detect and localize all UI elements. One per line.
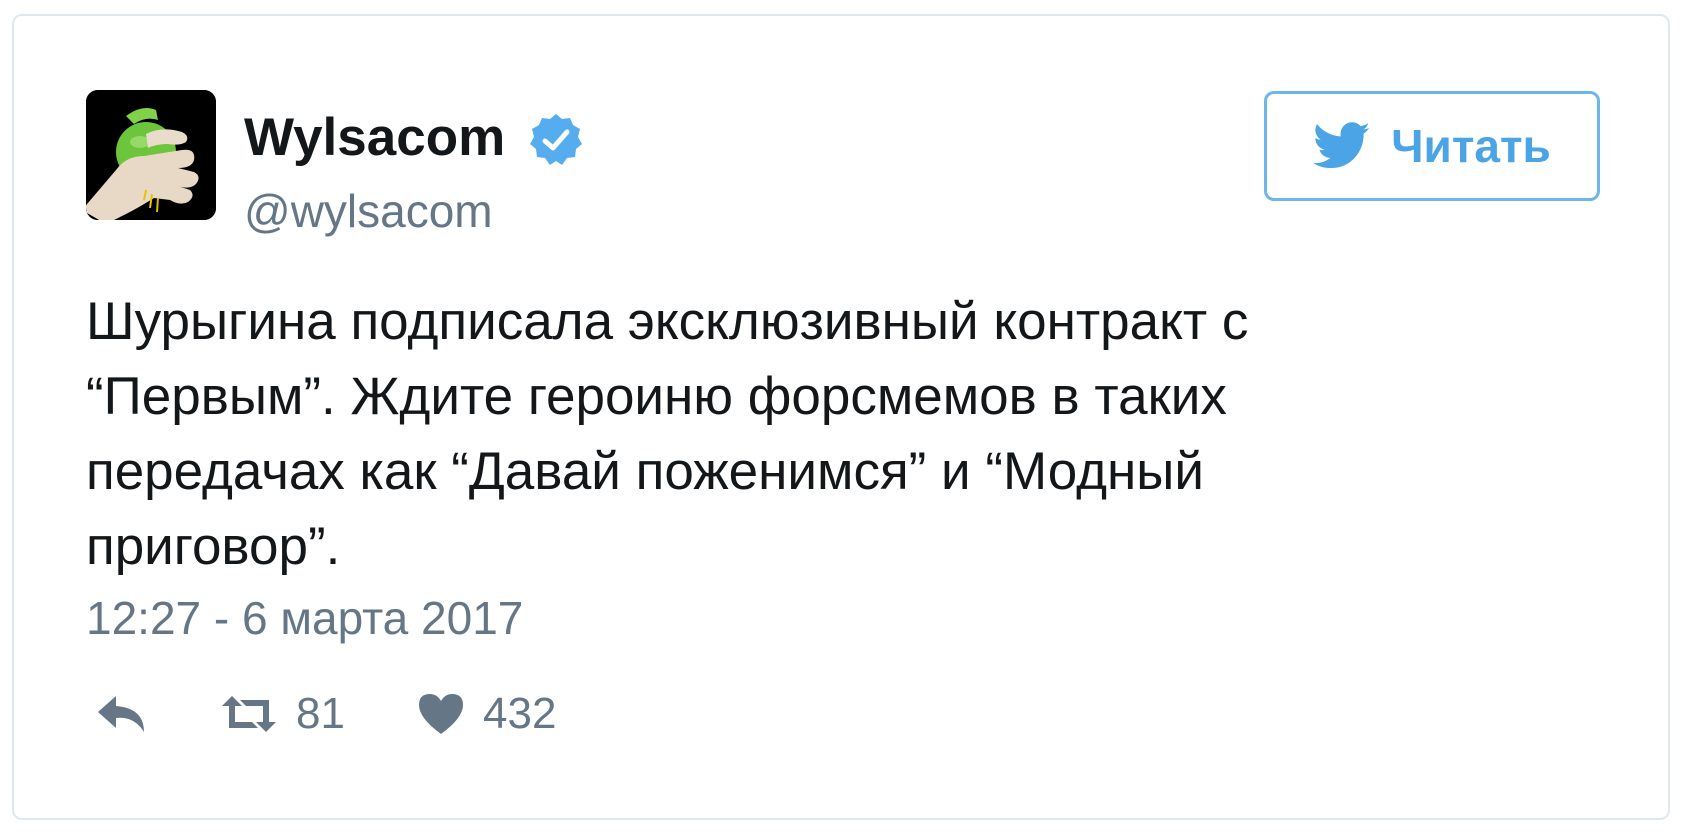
display-name[interactable]: Wylsacom — [244, 108, 505, 168]
tweet-card: Wylsacom @wylsacom Читать Шурыгина подпи… — [12, 14, 1670, 820]
tweet-text-line: приговор”. — [86, 517, 341, 576]
verified-badge-icon — [530, 114, 582, 165]
like-button[interactable]: 432 — [417, 684, 556, 744]
follow-button-label: Читать — [1391, 120, 1551, 172]
reply-button[interactable] — [94, 684, 150, 744]
follow-button[interactable]: Читать — [1264, 91, 1600, 201]
retweet-icon — [222, 696, 276, 732]
like-count: 432 — [483, 689, 557, 738]
tweet-text: Шурыгина подписала эксклюзивный контракт… — [86, 284, 1566, 584]
username-handle[interactable]: @wylsacom — [244, 184, 493, 238]
tweet-text-line: передачах как “Давай поженимся” и “Модны… — [86, 442, 1204, 501]
twitter-bird-icon — [1313, 122, 1371, 169]
reply-icon — [98, 696, 144, 732]
tweet-timestamp[interactable]: 12:27 - 6 марта 2017 — [86, 590, 523, 646]
retweet-count: 81 — [296, 689, 345, 738]
avatar-image — [86, 90, 216, 220]
tweet-text-line: “Первым”. Ждите героиню форсмемов в таки… — [86, 367, 1227, 426]
retweet-button[interactable]: 81 — [220, 684, 345, 744]
tweet-text-line: Шурыгина подписала эксклюзивный контракт… — [86, 292, 1249, 351]
heart-icon — [419, 694, 463, 734]
avatar[interactable] — [86, 90, 216, 220]
